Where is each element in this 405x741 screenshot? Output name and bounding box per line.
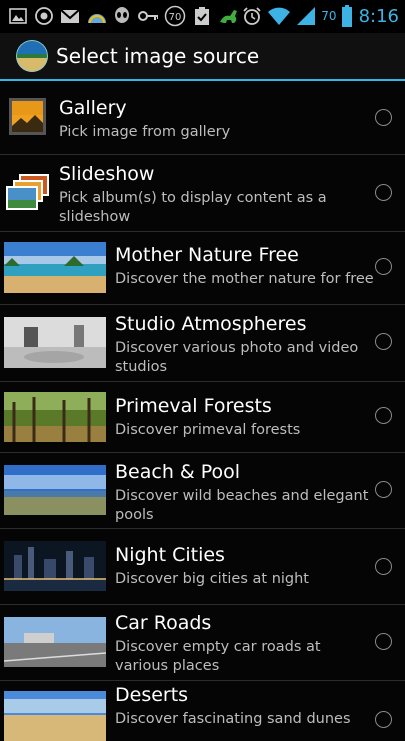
alarm-icon [242, 6, 262, 26]
list-item-title: Night Cities [115, 544, 225, 566]
list-item-subtitle: Discover various photo and video studios [115, 340, 359, 375]
panorama-thumbnail [4, 465, 106, 515]
image-notification-icon [8, 6, 28, 26]
count-badge-icon: 70 [164, 5, 186, 27]
radio-button[interactable] [375, 558, 392, 575]
signal-icon [296, 6, 316, 26]
image-source-list: Gallery Pick image from gallery Slidesho… [0, 81, 405, 741]
list-item-title: Gallery [59, 97, 127, 119]
list-item-primeval-forests[interactable]: Primeval Forests Discover primeval fores… [0, 382, 405, 453]
status-bar: 70 70 8:16 [0, 0, 405, 33]
list-item-subtitle: Pick image from gallery [59, 124, 231, 140]
panorama-thumbnail [4, 541, 106, 591]
list-item-night-cities[interactable]: Night Cities Discover big cities at nigh… [0, 529, 405, 605]
panorama-thumbnail [4, 691, 106, 741]
list-item-subtitle: Discover empty car roads at various plac… [115, 639, 321, 674]
panorama-thumbnail [4, 617, 106, 667]
weather-icon [86, 6, 106, 26]
list-item-mother-nature-free[interactable]: Mother Nature Free Discover the mother n… [0, 232, 405, 305]
panorama-thumbnail [4, 317, 106, 368]
list-item-title: Studio Atmospheres [115, 313, 307, 335]
list-item-title: Primeval Forests [115, 395, 272, 417]
key-icon [138, 6, 158, 26]
dialog-header: Select image source [0, 33, 405, 81]
list-item-title: Car Roads [115, 612, 212, 634]
list-item-gallery[interactable]: Gallery Pick image from gallery [0, 81, 405, 155]
list-item-title: Beach & Pool [115, 461, 241, 483]
list-item-title: Slideshow [59, 163, 155, 185]
radio-button[interactable] [375, 407, 392, 424]
app-logo-icon [16, 40, 48, 72]
battery-percent: 70 [321, 9, 337, 23]
radio-button[interactable] [375, 109, 392, 126]
panorama-thumbnail [4, 392, 106, 442]
panorama-thumbnail [4, 242, 106, 293]
list-item-subtitle: Discover primeval forests [115, 422, 301, 438]
clock-time: 8:16 [358, 5, 399, 27]
dinosaur-icon [218, 6, 238, 26]
radio-button[interactable] [375, 333, 392, 350]
sync-globe-icon [34, 6, 54, 26]
dialog-title: Select image source [56, 44, 260, 68]
list-item-subtitle: Pick album(s) to display content as a sl… [59, 190, 327, 225]
list-item-studio-atmospheres[interactable]: Studio Atmospheres Discover various phot… [0, 305, 405, 382]
list-item-beach-pool[interactable]: Beach & Pool Discover wild beaches and e… [0, 453, 405, 529]
list-item-subtitle: Discover wild beaches and elegant pools [115, 488, 369, 523]
battery-icon [341, 5, 352, 27]
radio-button[interactable] [375, 258, 392, 275]
list-item-subtitle: Discover big cities at night [115, 571, 309, 587]
list-item-deserts[interactable]: Deserts Discover fascinating sand dunes [0, 681, 405, 741]
list-item-slideshow[interactable]: Slideshow Pick album(s) to display conte… [0, 155, 405, 232]
list-item-title: Mother Nature Free [115, 244, 299, 266]
gallery-icon [9, 98, 46, 135]
radio-button[interactable] [375, 481, 392, 498]
alien-icon [112, 6, 132, 26]
svg-text:70: 70 [169, 12, 182, 23]
list-item-title: Deserts [115, 684, 189, 706]
list-item-car-roads[interactable]: Car Roads Discover empty car roads at va… [0, 605, 405, 681]
list-item-subtitle: Discover the mother nature for free [115, 271, 374, 287]
wifi-icon [267, 6, 291, 26]
slideshow-icon [5, 173, 51, 211]
gmail-icon [60, 6, 80, 26]
radio-button[interactable] [375, 184, 392, 201]
clipboard-check-icon [192, 6, 212, 26]
radio-button[interactable] [375, 633, 392, 650]
